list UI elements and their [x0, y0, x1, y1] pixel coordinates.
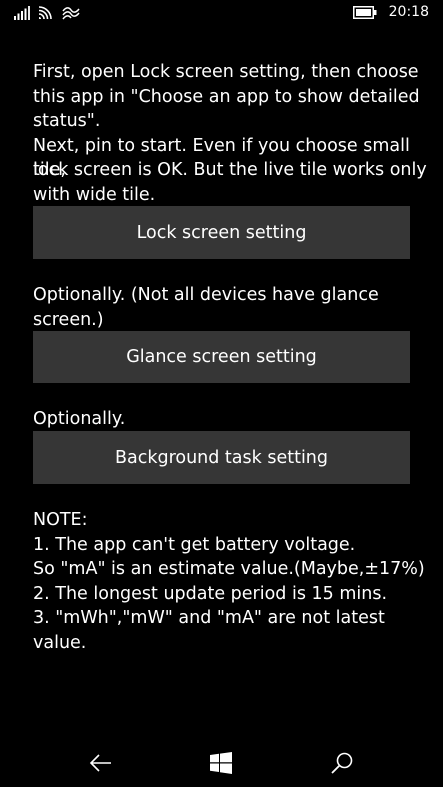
battery-icon	[352, 5, 377, 19]
background-note: Optionally.	[33, 409, 126, 429]
clock: 20:18	[388, 4, 429, 20]
back-arrow-icon	[89, 754, 111, 772]
intro-line-3: status".	[33, 111, 101, 131]
status-bar: 20:18	[0, 0, 443, 30]
start-button[interactable]	[207, 749, 235, 777]
intro-line-1: First, open Lock screen setting, then ch…	[33, 62, 419, 82]
note-line-4: 3. "mWh","mW" and "mA" are not latest va…	[33, 608, 385, 653]
note-line-3: 2. The longest update period is 15 mins.	[33, 583, 388, 604]
navigation-bar	[0, 737, 443, 787]
glance-note-line-2: screen.)	[33, 309, 104, 330]
search-button[interactable]	[328, 749, 356, 777]
intro-line-5: lock screen is OK. But the live tile wor…	[33, 160, 427, 180]
intro-line-6: with wide tile.	[33, 184, 156, 205]
intro-line-2: this app in "Choose an app to show detai…	[33, 86, 420, 107]
background-task-setting-button[interactable]: Background task setting	[33, 431, 410, 484]
note-title: NOTE:	[33, 510, 88, 530]
back-button[interactable]	[87, 749, 115, 777]
windows-start-icon	[210, 752, 232, 774]
signal-icon	[14, 6, 30, 20]
status-icons-left	[14, 6, 80, 20]
status-icons-right: 20:18	[352, 4, 429, 20]
note-line-1: 1. The app can't get battery voltage.	[33, 534, 356, 555]
note-line-2: So "mA" is an estimate value.(Maybe,±17%…	[33, 559, 425, 579]
wifi-icon	[38, 6, 52, 20]
glance-note-line-1: Optionally. (Not all devices have glance	[33, 285, 379, 305]
glance-screen-setting-button[interactable]: Glance screen setting	[33, 331, 410, 383]
wifi-calling-icon	[62, 7, 80, 20]
search-icon	[331, 752, 353, 774]
lock-screen-setting-button[interactable]: Lock screen setting	[33, 206, 410, 259]
